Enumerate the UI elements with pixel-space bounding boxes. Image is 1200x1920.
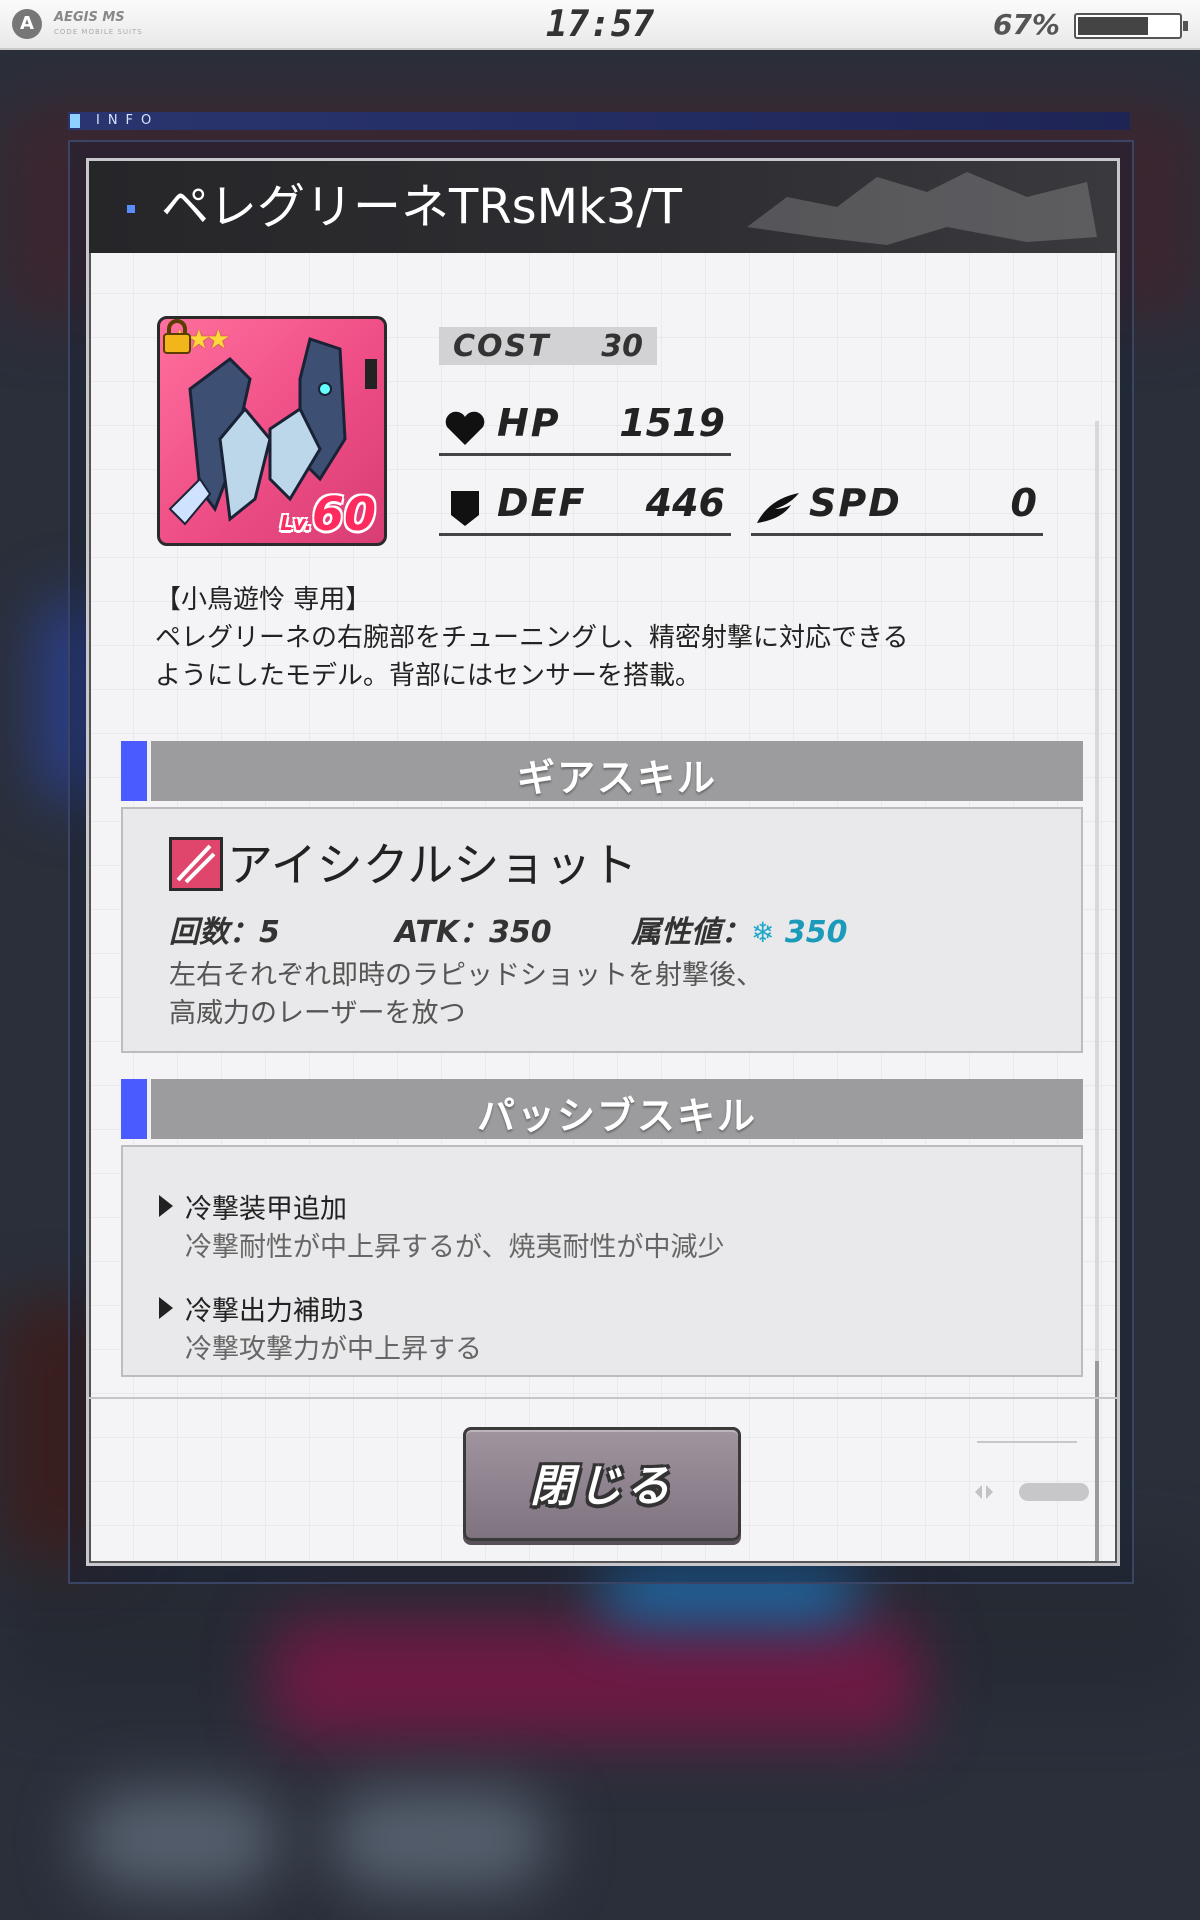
- gear-skill-name: アイシクルショット: [227, 838, 638, 892]
- passive-desc: 冷撃耐性が中上昇するが、焼夷耐性が中減少: [185, 1232, 725, 1263]
- gear-skill-desc-line-1: 左右それぞれ即時のラピッドショットを射撃後、: [169, 960, 763, 991]
- page-arrows-icon: [975, 1485, 993, 1499]
- gear-skill-desc-line-2: 高威力のレーザーを放つ: [169, 998, 466, 1029]
- gear-skill-header: ギアスキル: [121, 741, 1083, 801]
- scrollbar[interactable]: [1095, 421, 1099, 1561]
- gear-skill-description: 左右それぞれ即時のラピッドショットを射撃後、 高威力のレーザーを放つ: [169, 957, 1029, 1033]
- skill-count: 回数：5: [169, 915, 280, 950]
- spd-label: SPD: [809, 481, 902, 525]
- item-description: 【小鳥遊怜 専用】 ペレグリーネの右腕部をチューニングし、精密射撃に対応できる …: [155, 581, 1035, 695]
- cost-box: COST 30: [439, 327, 657, 365]
- passive-title: 冷撃装甲追加: [185, 1194, 347, 1225]
- shield-icon: [451, 491, 479, 526]
- skill-attribute: 属性値：❄ 350: [631, 907, 848, 951]
- passive-desc: 冷撃攻撃力が中上昇する: [185, 1334, 482, 1365]
- dialog-header: ペレグリーネTRsMk3/T: [89, 161, 1117, 253]
- passive-skill-header-label: パッシブスキル: [476, 1094, 757, 1138]
- passive-skill-header: パッシブスキル: [121, 1079, 1083, 1139]
- gear-skill-header-label: ギアスキル: [516, 756, 717, 800]
- attribute-value: 350: [784, 915, 848, 950]
- cost-label: COST: [453, 329, 551, 364]
- level-number: 60: [311, 487, 376, 541]
- passive-title: 冷撃出力補助3: [185, 1296, 365, 1327]
- search-line-icon: [977, 1441, 1077, 1443]
- skill-slash-icon: [169, 837, 223, 891]
- close-button[interactable]: 閉じる: [463, 1427, 741, 1541]
- map-decoration-icon: [747, 172, 1097, 245]
- heart-icon: [445, 411, 485, 445]
- stat-spd: SPD 0: [751, 477, 1043, 536]
- wing-icon: [757, 493, 799, 523]
- level-prefix: Lv.: [280, 511, 312, 535]
- battery-percent: 67%: [992, 8, 1060, 41]
- lock-icon: [163, 319, 191, 354]
- snowflake-icon: ❄: [751, 916, 775, 949]
- attribute-label: 属性値：: [631, 915, 751, 950]
- item-level: Lv.60: [280, 487, 376, 541]
- stat-def: DEF 446: [439, 477, 731, 536]
- page-indicator: [1019, 1483, 1089, 1501]
- passive-skill-panel: 冷撃装甲追加 冷撃耐性が中上昇するが、焼夷耐性が中減少 冷撃出力補助3 冷撃攻撃…: [121, 1145, 1083, 1377]
- hp-label: HP: [497, 401, 561, 445]
- close-button-label: 閉じる: [530, 1461, 674, 1512]
- exclusive-label: 【小鳥遊怜 専用】: [155, 585, 372, 615]
- triangle-right-icon: [159, 1297, 173, 1319]
- title-bullet-icon: [127, 205, 135, 213]
- info-bar: [68, 112, 1130, 130]
- def-value: 446: [645, 481, 725, 525]
- cost-value: 30: [601, 329, 643, 364]
- def-label: DEF: [497, 481, 587, 525]
- gear-skill-panel: アイシクルショット 回数：5 ATK：350 属性値：❄ 350 左右それぞれ即…: [121, 807, 1083, 1053]
- spd-value: 0: [1010, 481, 1037, 525]
- item-detail-dialog: ペレグリーネTRsMk3/T ★★★ Lv.60 COST 30 HP 1519…: [86, 158, 1120, 1566]
- description-line-1: ペレグリーネの右腕部をチューニングし、精密射撃に対応できる: [155, 623, 909, 653]
- info-label: INFO: [96, 113, 160, 128]
- battery-icon: [1074, 13, 1188, 39]
- description-line-2: ようにしたモデル。背部にはセンサーを搭載。: [155, 661, 702, 691]
- dialog-title: ペレグリーネTRsMk3/T: [161, 179, 682, 235]
- stat-hp: HP 1519: [439, 397, 731, 456]
- status-bar: A AEGIS MS CODE MOBILE SUITS 17:57 67%: [0, 0, 1200, 50]
- item-card: ★★★ Lv.60: [157, 316, 387, 546]
- skill-atk: ATK：350: [395, 915, 552, 950]
- hp-value: 1519: [619, 401, 725, 445]
- triangle-right-icon: [159, 1195, 173, 1217]
- footer-divider: [89, 1397, 1117, 1399]
